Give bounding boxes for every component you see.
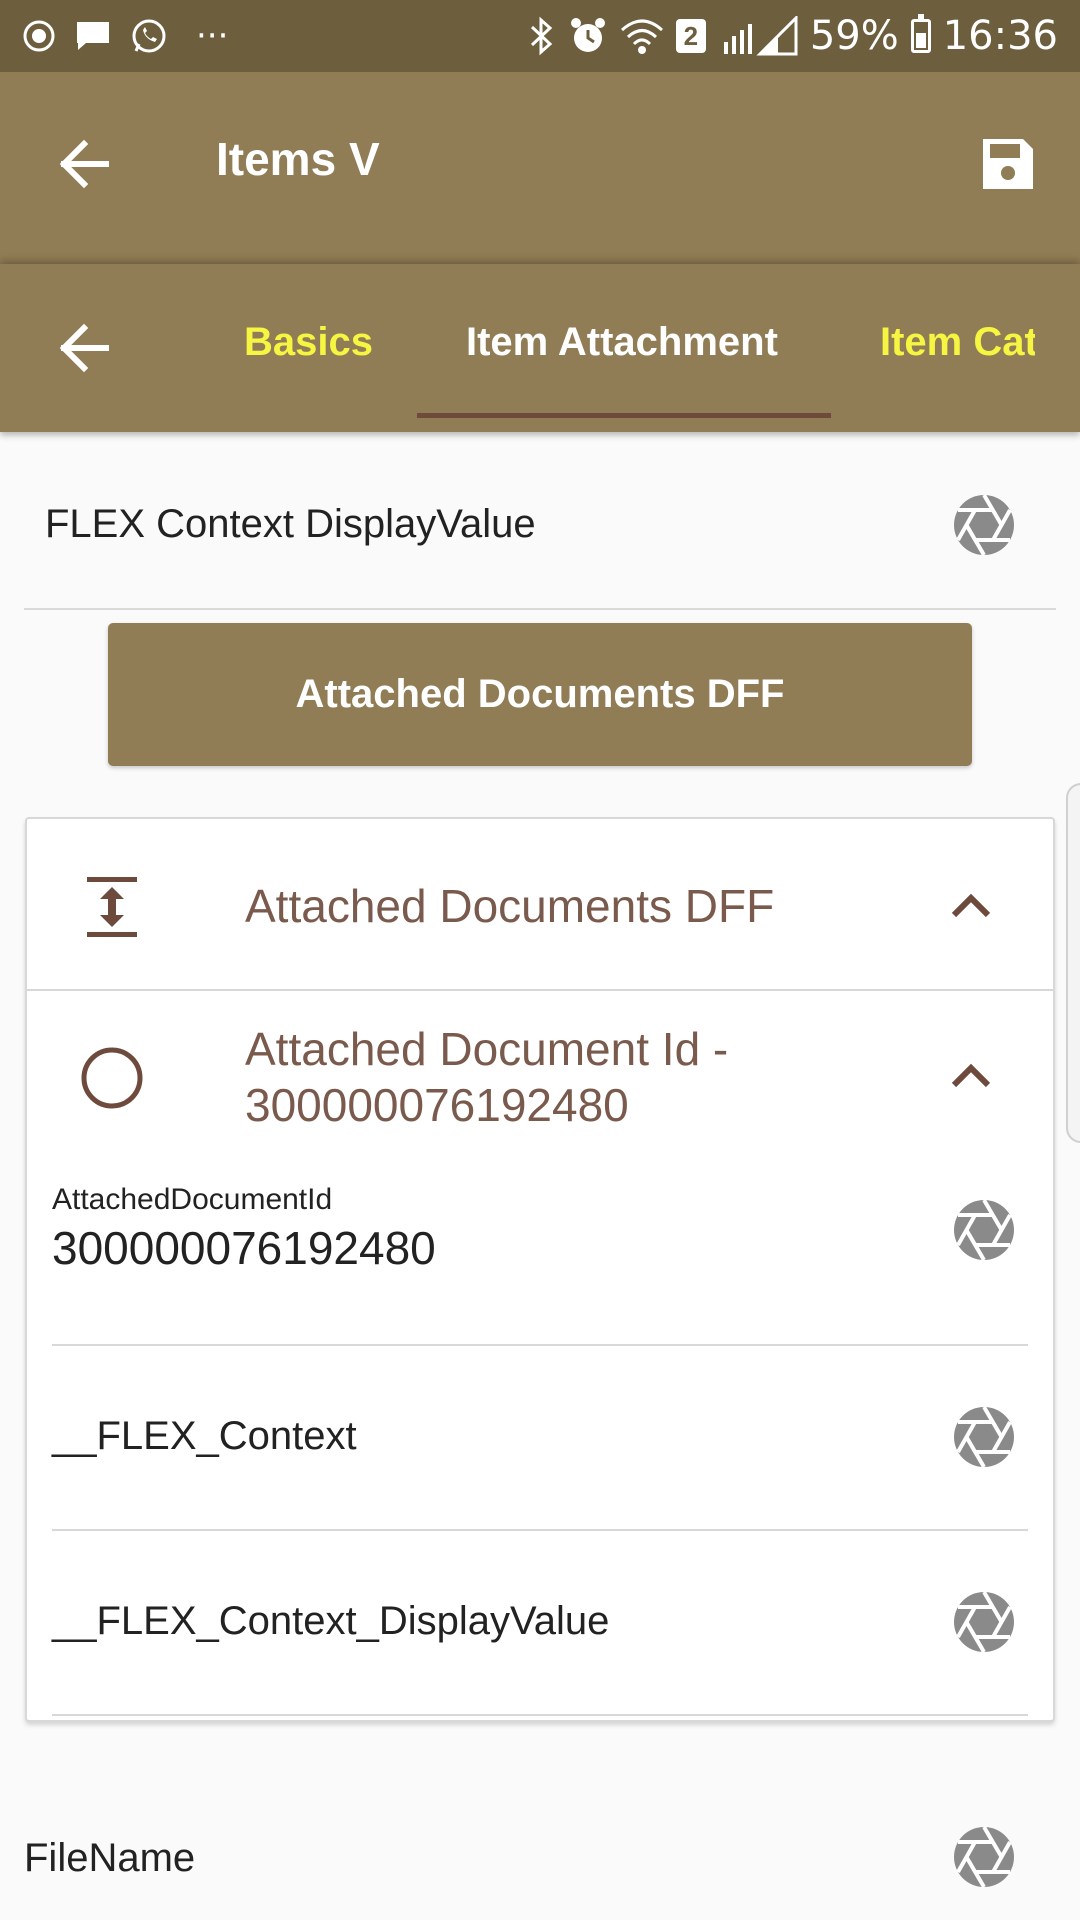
flex-context-row: FLEX Context DisplayValue <box>24 432 1056 610</box>
attached-documents-dff-button[interactable]: Attached Documents DFF <box>108 623 972 766</box>
field-small-label: AttachedDocumentId <box>52 1183 333 1216</box>
whatsapp-icon <box>132 19 166 53</box>
filename-label: FileName <box>24 1836 196 1880</box>
save-button[interactable] <box>968 124 1048 204</box>
expand-vertical-icon <box>87 877 137 937</box>
attached-document-subheader[interactable]: Attached Document Id - 300000076192480 <box>27 991 1053 1161</box>
aperture-icon[interactable] <box>953 1826 1015 1888</box>
signal-icon <box>723 16 798 56</box>
sim-badge: 2 <box>675 19 706 53</box>
play-circle-icon <box>23 20 55 52</box>
tab-back-button[interactable] <box>44 308 124 388</box>
card-header-title: Attached Documents DFF <box>245 880 775 932</box>
side-scroll-handle[interactable] <box>1066 783 1080 1143</box>
chevron-up-icon[interactable] <box>949 1057 993 1093</box>
arrow-back-icon <box>59 323 109 373</box>
chevron-up-icon[interactable] <box>949 887 993 923</box>
battery-icon <box>910 14 931 53</box>
save-icon <box>983 139 1033 189</box>
flex-context-label: FLEX Context DisplayValue <box>45 502 536 546</box>
field-label: __FLEX_Context_DisplayValue <box>52 1599 610 1643</box>
field-attached-document-id[interactable]: AttachedDocumentId 300000076192480 <box>52 1161 1028 1346</box>
app-bar: Items V <box>0 72 1080 264</box>
tab-item-cat[interactable]: Item Cat <box>880 320 1035 365</box>
field-flex-context[interactable]: __FLEX_Context <box>52 1346 1028 1531</box>
wifi-icon <box>620 19 663 54</box>
field-value: 300000076192480 <box>52 1222 436 1274</box>
attached-documents-card: Attached Documents DFF Attached Document… <box>25 817 1055 1722</box>
tab-item-attachment[interactable]: Item Attachment <box>466 320 778 365</box>
aperture-icon[interactable] <box>953 1591 1015 1653</box>
clock: 16:36 <box>942 13 1058 59</box>
tab-basics[interactable]: Basics <box>244 320 373 365</box>
aperture-icon[interactable] <box>953 1199 1015 1261</box>
aperture-icon[interactable] <box>953 494 1015 556</box>
bluetooth-icon <box>530 16 553 56</box>
tab-overflow-clip: Item Cat <box>860 264 1035 432</box>
field-label: __FLEX_Context <box>52 1414 357 1458</box>
status-bar: ··· 2 59% 16:36 <box>0 0 1080 72</box>
radio-circle-icon[interactable] <box>79 1045 145 1111</box>
alarm-icon <box>570 18 605 52</box>
arrow-back-icon <box>59 139 109 189</box>
card-header[interactable]: Attached Documents DFF <box>27 819 1053 991</box>
subheader-title: Attached Document Id - 300000076192480 <box>245 1023 729 1131</box>
tab-bar: Basics Item Attachment Item Cat <box>0 264 1080 432</box>
active-tab-indicator <box>417 413 831 418</box>
more-dots-icon: ··· <box>196 16 229 56</box>
field-flex-context-display-value[interactable]: __FLEX_Context_DisplayValue <box>52 1531 1028 1716</box>
battery-percent: 59% <box>809 13 899 59</box>
aperture-icon[interactable] <box>953 1406 1015 1468</box>
back-button[interactable] <box>44 124 124 204</box>
page-title: Items V <box>216 133 380 185</box>
chat-bubble-icon <box>77 22 109 50</box>
